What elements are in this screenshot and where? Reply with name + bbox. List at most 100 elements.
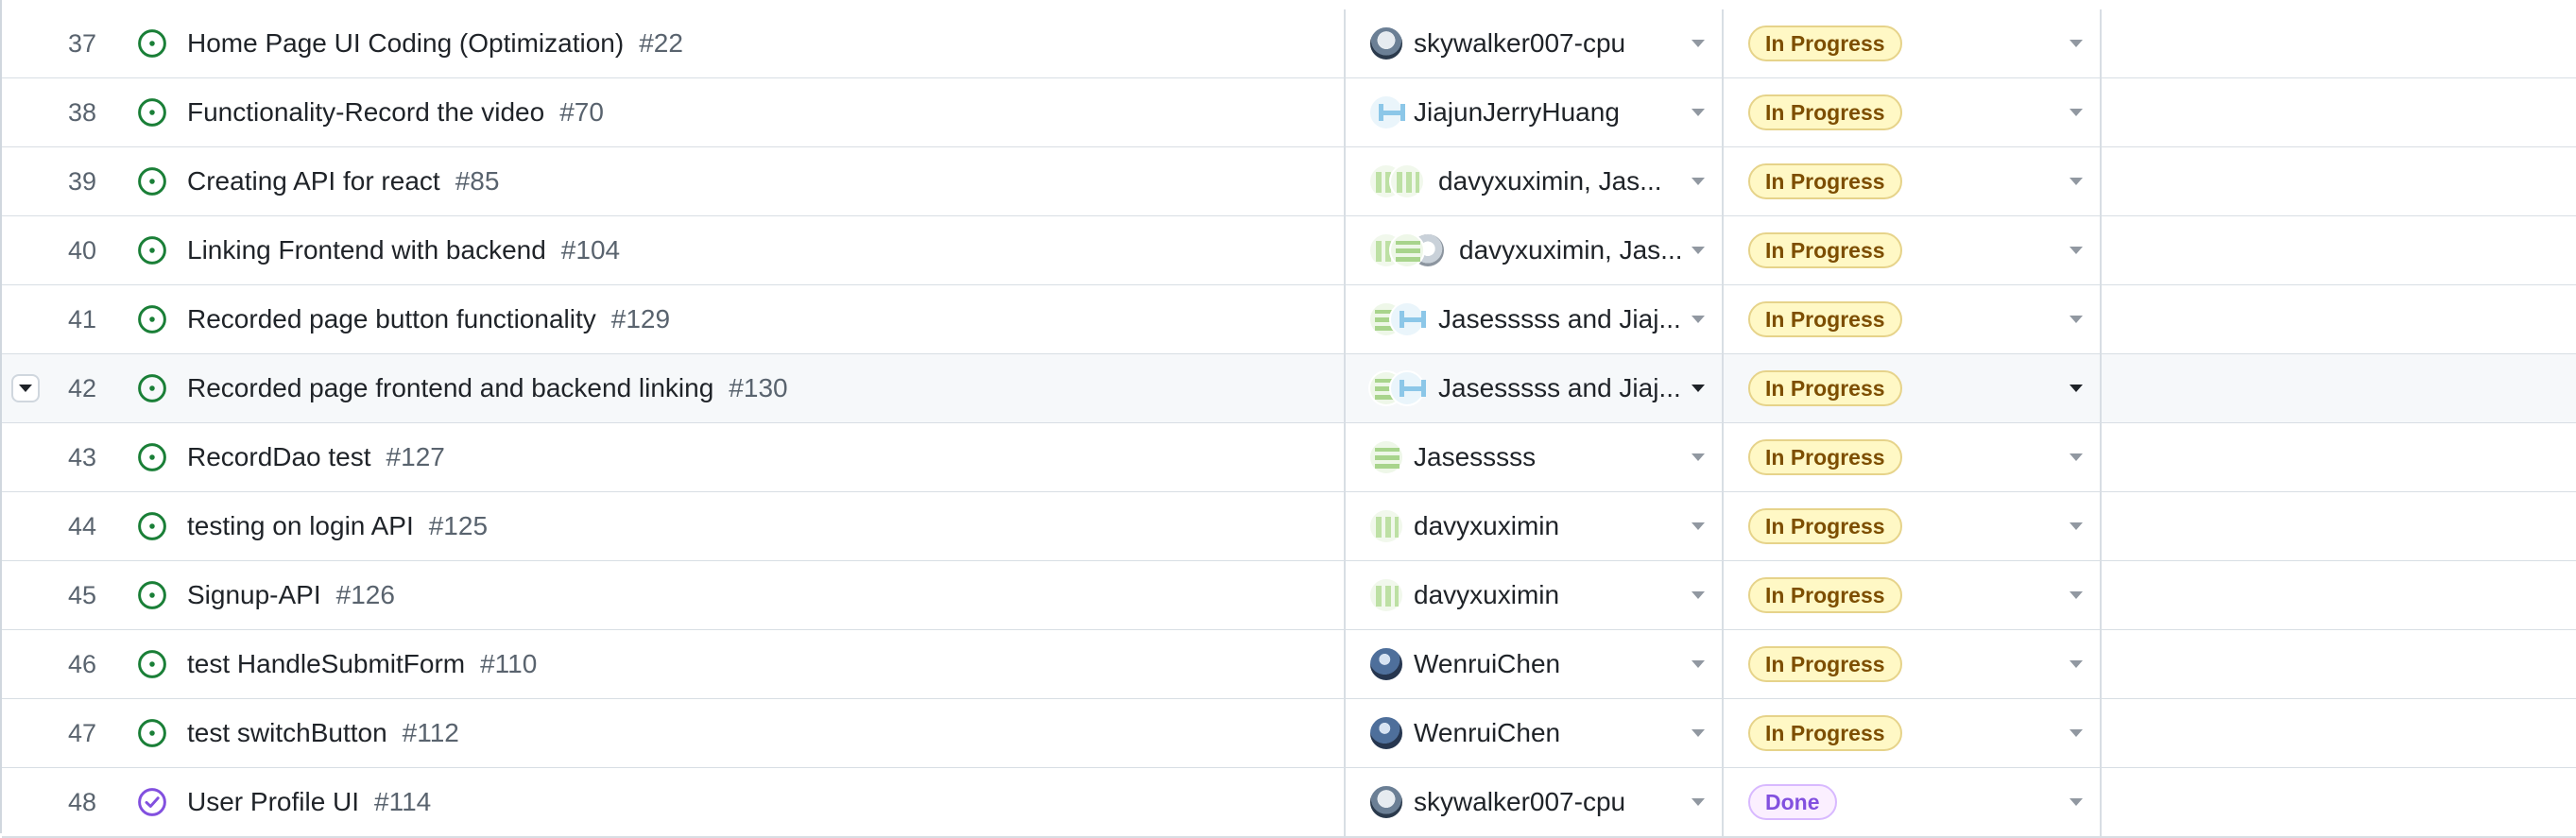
issue-title-link[interactable]: Recorded page frontend and backend linki… xyxy=(187,373,713,403)
issue-title-link[interactable]: Home Page UI Coding (Optimization) xyxy=(187,28,624,59)
issue-title-link[interactable]: test switchButton xyxy=(187,718,387,748)
issue-number: #125 xyxy=(428,511,489,540)
status-cell[interactable]: In Progress xyxy=(1726,561,2102,629)
triangle-down-icon[interactable] xyxy=(1692,385,1705,392)
triangle-down-icon[interactable] xyxy=(2069,385,2083,392)
empty-field-cell[interactable] xyxy=(2104,9,2576,77)
issue-title-link[interactable]: RecordDao test xyxy=(187,442,371,472)
status-cell[interactable]: In Progress xyxy=(1726,216,2102,284)
title-cell[interactable]: Linking Frontend with backend #104 xyxy=(115,216,1346,284)
triangle-down-icon[interactable] xyxy=(1692,247,1705,254)
avatar xyxy=(1389,370,1426,406)
assignee-avatars xyxy=(1368,26,1404,61)
issue-title-link[interactable]: Creating API for react xyxy=(187,166,440,197)
triangle-down-icon[interactable] xyxy=(2069,591,2083,599)
triangle-down-icon[interactable] xyxy=(1692,522,1705,530)
triangle-down-icon[interactable] xyxy=(1692,453,1705,461)
table-row[interactable]: 40 Linking Frontend with backend #104 da… xyxy=(2,216,2576,286)
triangle-down-icon[interactable] xyxy=(2069,109,2083,116)
triangle-down-icon[interactable] xyxy=(1692,729,1705,737)
table-row[interactable]: 37 Home Page UI Coding (Optimization) #2… xyxy=(2,9,2576,79)
triangle-down-icon[interactable] xyxy=(2069,247,2083,254)
status-cell[interactable]: In Progress xyxy=(1726,354,2102,422)
table-row[interactable]: 38 Functionality-Record the video #70 Ji… xyxy=(2,78,2576,148)
assignees-cell[interactable]: skywalker007-cpu xyxy=(1348,768,1724,836)
issue-title-link[interactable]: testing on login API xyxy=(187,511,414,541)
title-cell[interactable]: Recorded page frontend and backend linki… xyxy=(115,354,1346,422)
triangle-down-icon[interactable] xyxy=(2069,798,2083,806)
assignees-cell[interactable]: JiajunJerryHuang xyxy=(1348,78,1724,146)
assignees-cell[interactable]: davyxuximin, Jas... xyxy=(1348,216,1724,284)
triangle-down-icon[interactable] xyxy=(1692,178,1705,185)
issue-opened-icon xyxy=(136,165,168,197)
title-cell[interactable]: Signup-API #126 xyxy=(115,561,1346,629)
empty-field-cell[interactable] xyxy=(2104,630,2576,698)
empty-field-cell[interactable] xyxy=(2104,216,2576,284)
assignees-cell[interactable]: davyxuximin xyxy=(1348,561,1724,629)
title-cell[interactable]: Home Page UI Coding (Optimization) #22 xyxy=(115,9,1346,77)
triangle-down-icon[interactable] xyxy=(2069,522,2083,530)
table-row[interactable]: 43 RecordDao test #127 Jasesssss In Prog… xyxy=(2,423,2576,493)
empty-field-cell[interactable] xyxy=(2104,423,2576,491)
title-cell[interactable]: Recorded page button functionality #129 xyxy=(115,285,1346,353)
triangle-down-icon[interactable] xyxy=(1692,591,1705,599)
title-cell[interactable]: test HandleSubmitForm #110 xyxy=(115,630,1346,698)
status-cell[interactable]: In Progress xyxy=(1726,423,2102,491)
table-row[interactable]: 42 Recorded page frontend and backend li… xyxy=(2,354,2576,424)
empty-field-cell[interactable] xyxy=(2104,768,2576,836)
status-cell[interactable]: In Progress xyxy=(1726,78,2102,146)
title-cell[interactable]: RecordDao test #127 xyxy=(115,423,1346,491)
title-cell[interactable]: Creating API for react #85 xyxy=(115,147,1346,215)
table-row[interactable]: 41 Recorded page button functionality #1… xyxy=(2,285,2576,355)
assignees-cell[interactable]: skywalker007-cpu xyxy=(1348,9,1724,77)
table-row[interactable]: 45 Signup-API #126 davyxuximin In Progre… xyxy=(2,561,2576,631)
title-cell[interactable]: test switchButton #112 xyxy=(115,699,1346,767)
triangle-down-icon[interactable] xyxy=(2069,40,2083,47)
empty-field-cell[interactable] xyxy=(2104,78,2576,146)
table-row[interactable]: 46 test HandleSubmitForm #110 WenruiChen… xyxy=(2,630,2576,700)
triangle-down-icon[interactable] xyxy=(2069,453,2083,461)
status-cell[interactable]: Done xyxy=(1726,768,2102,836)
triangle-down-icon[interactable] xyxy=(2069,178,2083,185)
title-cell[interactable]: Functionality-Record the video #70 xyxy=(115,78,1346,146)
status-cell[interactable]: In Progress xyxy=(1726,630,2102,698)
assignees-cell[interactable]: Jasesssss xyxy=(1348,423,1724,491)
triangle-down-icon[interactable] xyxy=(1692,316,1705,323)
title-cell[interactable]: testing on login API #125 xyxy=(115,492,1346,560)
assignees-cell[interactable]: WenruiChen xyxy=(1348,699,1724,767)
issue-title-link[interactable]: Recorded page button functionality xyxy=(187,304,596,334)
assignees-cell[interactable]: Jasesssss and Jiaj... xyxy=(1348,354,1724,422)
assignees-cell[interactable]: davyxuximin xyxy=(1348,492,1724,560)
issue-title-link[interactable]: User Profile UI xyxy=(187,787,359,817)
issue-title-link[interactable]: Linking Frontend with backend xyxy=(187,235,546,265)
table-row[interactable]: 47 test switchButton #112 WenruiChen In … xyxy=(2,699,2576,769)
triangle-down-icon[interactable] xyxy=(1692,109,1705,116)
table-row[interactable]: 44 testing on login API #125 davyxuximin… xyxy=(2,492,2576,562)
triangle-down-icon[interactable] xyxy=(2069,729,2083,737)
empty-field-cell[interactable] xyxy=(2104,699,2576,767)
issue-title-link[interactable]: test HandleSubmitForm xyxy=(187,649,465,679)
triangle-down-icon[interactable] xyxy=(2069,316,2083,323)
status-cell[interactable]: In Progress xyxy=(1726,699,2102,767)
triangle-down-icon[interactable] xyxy=(1692,40,1705,47)
status-cell[interactable]: In Progress xyxy=(1726,147,2102,215)
title-cell[interactable]: User Profile UI #114 xyxy=(115,768,1346,836)
issue-title-link[interactable]: Signup-API xyxy=(187,580,321,610)
status-cell[interactable]: In Progress xyxy=(1726,492,2102,560)
triangle-down-icon[interactable] xyxy=(1692,660,1705,668)
empty-field-cell[interactable] xyxy=(2104,285,2576,353)
assignees-cell[interactable]: WenruiChen xyxy=(1348,630,1724,698)
triangle-down-icon[interactable] xyxy=(1692,798,1705,806)
issue-title-link[interactable]: Functionality-Record the video xyxy=(187,97,544,128)
assignees-cell[interactable]: davyxuximin, Jas... xyxy=(1348,147,1724,215)
empty-field-cell[interactable] xyxy=(2104,561,2576,629)
assignees-cell[interactable]: Jasesssss and Jiaj... xyxy=(1348,285,1724,353)
status-cell[interactable]: In Progress xyxy=(1726,285,2102,353)
table-row[interactable]: 39 Creating API for react #85 davyxuximi… xyxy=(2,147,2576,217)
status-cell[interactable]: In Progress xyxy=(1726,9,2102,77)
table-row[interactable]: 48 User Profile UI #114 skywalker007-cpu… xyxy=(2,768,2576,838)
triangle-down-icon[interactable] xyxy=(2069,660,2083,668)
empty-field-cell[interactable] xyxy=(2104,354,2576,422)
empty-field-cell[interactable] xyxy=(2104,492,2576,560)
empty-field-cell[interactable] xyxy=(2104,147,2576,215)
